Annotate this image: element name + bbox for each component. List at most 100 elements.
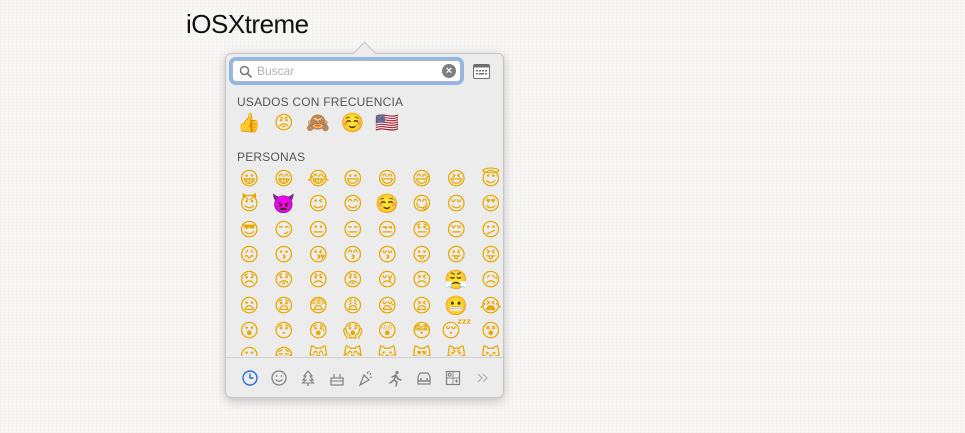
emoji-button[interactable]: 👍 — [232, 110, 267, 136]
emoji-button[interactable]: 😂 — [301, 166, 336, 192]
category-tab-more[interactable] — [467, 363, 496, 393]
emoji-button[interactable]: 😆 — [439, 166, 474, 192]
emoji-button[interactable]: 😹 — [336, 343, 371, 356]
section-label-people: PERSONAS — [237, 150, 306, 164]
category-tab-smiley[interactable] — [264, 363, 293, 393]
emoji-button[interactable]: 😃 — [336, 166, 371, 192]
emoji-row: 😶😷😸😹😺😻😼😽 — [232, 343, 503, 356]
smiley-icon — [270, 369, 287, 386]
frequent-emoji-row: 👍 😡 🙈 ☺️ 🇺🇸 — [232, 110, 405, 136]
emoji-button[interactable]: 😙 — [336, 242, 371, 268]
emoji-button[interactable]: 😋 — [405, 191, 440, 217]
emoji-button[interactable]: 😱 — [336, 318, 371, 344]
emoji-button[interactable]: 😛 — [405, 242, 440, 268]
keyboard-viewer-icon[interactable] — [473, 64, 490, 79]
emoji-row: 😖 😗 😘 😙 😚 😛 😜 😝 — [232, 242, 503, 268]
category-tab-party-popper[interactable] — [351, 363, 380, 393]
category-tab-symbols[interactable] — [438, 363, 467, 393]
emoji-button[interactable]: 😀 — [232, 166, 267, 192]
emoji-row: 😮 😯 😰 😱 😲 😳 😴 😵 — [232, 318, 503, 344]
category-tab-cake[interactable] — [322, 363, 351, 393]
emoji-button[interactable]: 😔 — [439, 217, 474, 243]
emoji-button[interactable]: 😌 — [439, 191, 474, 217]
emoji-button[interactable]: 😁 — [267, 166, 302, 192]
emoji-button[interactable]: 😖 — [232, 242, 267, 268]
emoji-button[interactable]: 😵 — [474, 318, 504, 344]
emoji-button[interactable]: 😶 — [232, 343, 267, 356]
emoji-button[interactable]: 😷 — [267, 343, 302, 356]
section-label-frequent: USADOS CON FRECUENCIA — [237, 95, 404, 109]
emoji-button[interactable]: 😄 — [370, 166, 405, 192]
emoji-button[interactable]: 😰 — [301, 318, 336, 344]
emoji-row: 😦 😧 😨 😩 😪 😫 😬 😭 — [232, 293, 503, 319]
emoji-button[interactable]: 😘 — [301, 242, 336, 268]
emoji-button[interactable]: 😼 — [439, 343, 474, 356]
emoji-button[interactable]: 😚 — [370, 242, 405, 268]
emoji-button[interactable]: 😑 — [336, 217, 371, 243]
category-tab-runner[interactable] — [380, 363, 409, 393]
emoji-button[interactable]: 😣 — [405, 267, 440, 293]
emoji-button[interactable]: 😡 — [267, 110, 302, 136]
category-tab-bar — [226, 357, 503, 397]
emoji-button[interactable]: 😏 — [267, 217, 302, 243]
emoji-button[interactable]: 😍 — [474, 191, 504, 217]
emoji-button[interactable]: 😫 — [405, 293, 440, 319]
emoji-button[interactable]: 😉 — [301, 191, 336, 217]
emoji-button[interactable]: 😦 — [232, 293, 267, 319]
emoji-button[interactable]: 😐 — [301, 217, 336, 243]
search-input[interactable] — [257, 62, 437, 80]
emoji-button[interactable]: 😽 — [474, 343, 504, 356]
people-emoji-grid[interactable]: 😀 😁 😂 😃 😄 😅 😆 😇 😈 👿 😉 😊 ☺️ 😋 😌 😍 😎 😏 😐 😑 😒 😓 😔 😕 😖 😗 😘 😙 😚 😛 😜 😝 😞 😟 😠 😡 😢 😣 😤… — [226, 166, 503, 356]
emoji-button[interactable]: 😺 — [370, 343, 405, 356]
emoji-row: 😎 😏 😐 😑 😒 😓 😔 😕 — [232, 217, 503, 243]
emoji-button[interactable]: ☺️ — [336, 110, 371, 136]
category-tab-clock[interactable] — [235, 363, 264, 393]
emoji-button[interactable]: 😻 — [405, 343, 440, 356]
emoji-row: 😞 😟 😠 😡 😢 😣 😤 😥 — [232, 267, 503, 293]
emoji-button[interactable]: 😝 — [474, 242, 504, 268]
clear-search-icon[interactable]: × — [442, 64, 456, 78]
emoji-button[interactable]: 😧 — [267, 293, 302, 319]
emoji-button[interactable]: 👿 — [267, 191, 302, 217]
emoji-button[interactable]: 🇺🇸 — [370, 110, 405, 136]
emoji-button[interactable]: 😩 — [336, 293, 371, 319]
symbols-icon — [445, 370, 460, 385]
emoji-button[interactable]: 😠 — [301, 267, 336, 293]
emoji-button[interactable]: 😟 — [267, 267, 302, 293]
emoji-button[interactable]: ☺️ — [370, 191, 405, 217]
emoji-button[interactable]: 😮 — [232, 318, 267, 344]
emoji-picker-popover: × USADOS CON FRECUENCIA 👍😡🙈☺️🇺🇸 PERSONAS… — [225, 41, 504, 398]
emoji-button[interactable]: 😢 — [370, 267, 405, 293]
cake-icon — [329, 373, 344, 386]
emoji-button[interactable]: 😅 — [405, 166, 440, 192]
emoji-button[interactable]: 😭 — [474, 293, 504, 319]
emoji-button[interactable]: 😞 — [232, 267, 267, 293]
category-tab-tree[interactable] — [293, 363, 322, 393]
runner-icon — [388, 370, 402, 387]
emoji-button[interactable]: 😬 — [439, 293, 474, 319]
emoji-button[interactable]: 😴 — [439, 318, 474, 344]
emoji-button[interactable]: 🙈 — [301, 110, 336, 136]
emoji-button[interactable]: 😯 — [267, 318, 302, 344]
search-box[interactable]: × — [232, 60, 461, 82]
emoji-button[interactable]: 😒 — [370, 217, 405, 243]
tree-icon — [300, 369, 315, 386]
emoji-button[interactable]: 😸 — [301, 343, 336, 356]
emoji-button[interactable]: 😤 — [439, 267, 474, 293]
emoji-button[interactable]: 😲 — [370, 318, 405, 344]
clock-icon — [241, 369, 258, 386]
emoji-button[interactable]: 😊 — [336, 191, 371, 217]
category-tab-car[interactable] — [409, 363, 438, 393]
emoji-button[interactable]: 😗 — [267, 242, 302, 268]
emoji-button[interactable]: 😳 — [405, 318, 440, 344]
emoji-button[interactable]: 😎 — [232, 217, 267, 243]
emoji-button[interactable]: 😪 — [370, 293, 405, 319]
emoji-button[interactable]: 😜 — [439, 242, 474, 268]
emoji-button[interactable]: 😓 — [405, 217, 440, 243]
emoji-button[interactable]: 😥 — [474, 267, 504, 293]
emoji-button[interactable]: 😕 — [474, 217, 504, 243]
emoji-button[interactable]: 😡 — [336, 267, 371, 293]
emoji-button[interactable]: 😈 — [232, 191, 267, 217]
emoji-button[interactable]: 😇 — [474, 166, 504, 192]
emoji-button[interactable]: 😨 — [301, 293, 336, 319]
